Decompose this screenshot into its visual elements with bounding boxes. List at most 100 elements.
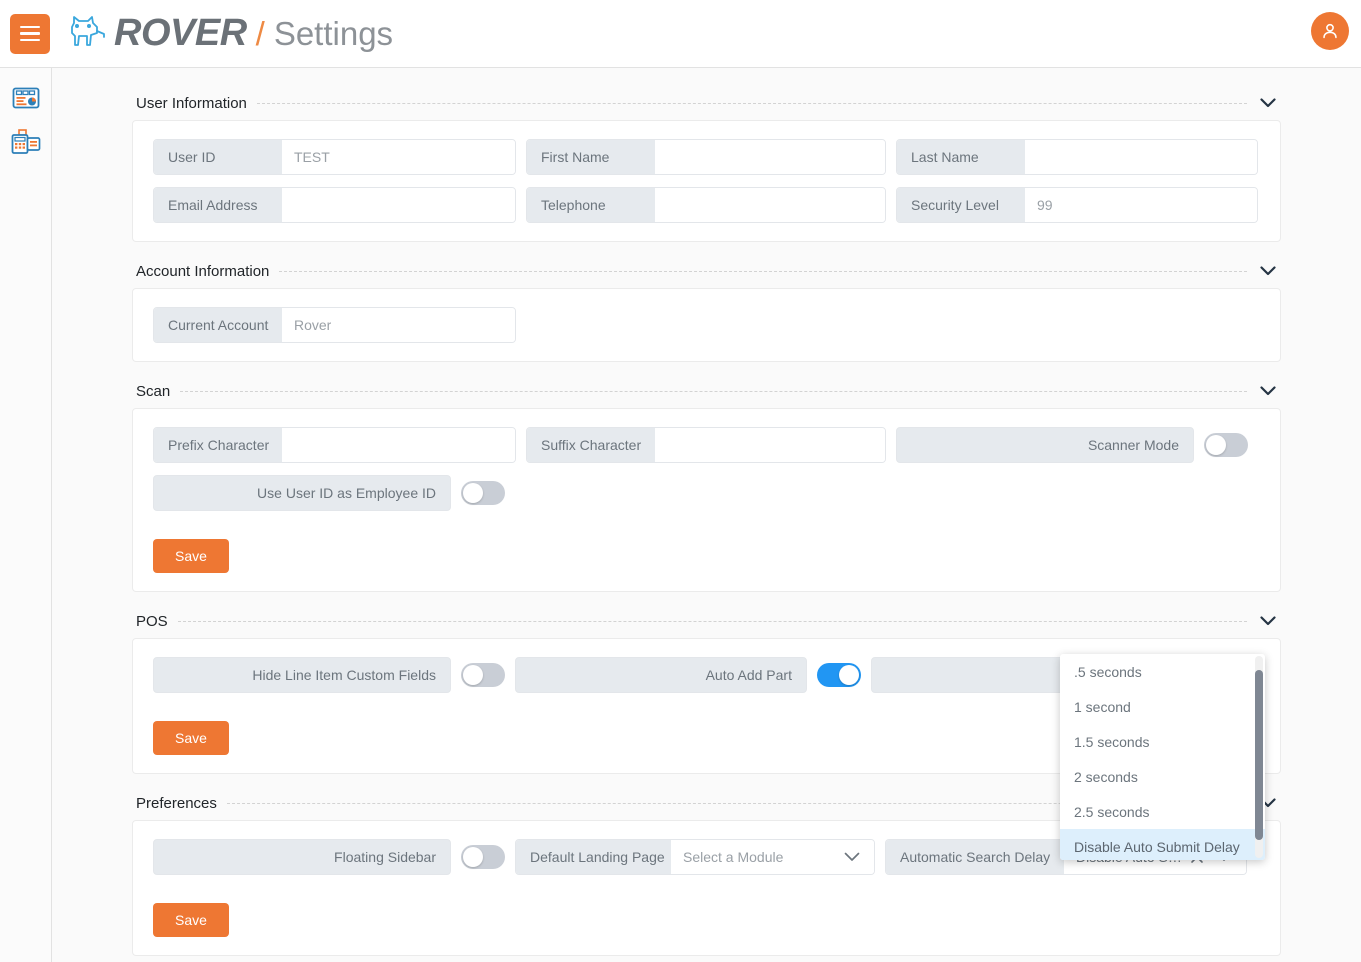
field-input[interactable]: TEST bbox=[282, 140, 515, 174]
collapse-toggle-user-information[interactable] bbox=[1255, 98, 1281, 108]
field-current-account[interactable]: Current Account Rover bbox=[153, 307, 516, 343]
collapse-toggle-pos[interactable] bbox=[1255, 616, 1281, 626]
chevron-down-icon bbox=[1260, 386, 1276, 396]
brand-name: ROVER bbox=[114, 12, 247, 55]
field-input[interactable] bbox=[655, 140, 885, 174]
dropdown-option[interactable]: 1.5 seconds bbox=[1060, 724, 1265, 759]
section-header: POS bbox=[132, 604, 1281, 638]
section-title: Preferences bbox=[136, 795, 227, 812]
toggle-scanner-mode[interactable] bbox=[1204, 433, 1248, 457]
field-label: Security Level bbox=[897, 188, 1025, 222]
dropdown-option-list: .5 seconds1 second1.5 seconds2 seconds2.… bbox=[1060, 654, 1265, 860]
field-label: Email Address bbox=[154, 188, 282, 222]
field-prefix-character[interactable]: Prefix Character bbox=[153, 427, 516, 463]
field-last-name[interactable]: Last Name bbox=[896, 139, 1258, 175]
user-info-row-1: User ID TEST First Name Last Name bbox=[153, 139, 1260, 175]
field-label: Automatic Search Delay bbox=[886, 840, 1064, 874]
hamburger-bar bbox=[20, 26, 40, 29]
field-input[interactable]: Rover bbox=[282, 308, 515, 342]
section-header: Account Information bbox=[132, 254, 1281, 288]
section-divider bbox=[178, 621, 1247, 622]
user-avatar-button[interactable] bbox=[1311, 12, 1349, 50]
label-floating-sidebar: Floating Sidebar bbox=[153, 839, 451, 875]
rail-item-pos[interactable] bbox=[0, 120, 52, 164]
section-divider bbox=[180, 391, 1247, 392]
section-divider bbox=[279, 271, 1247, 272]
field-default-landing-page[interactable]: Default Landing Page Select a Module bbox=[515, 839, 875, 875]
label-hide-line-item-custom-fields: Hide Line Item Custom Fields bbox=[153, 657, 451, 693]
field-security-level[interactable]: Security Level 99 bbox=[896, 187, 1258, 223]
chevron-down-icon bbox=[1260, 266, 1276, 276]
dropdown-scrollbar-thumb[interactable] bbox=[1255, 670, 1263, 840]
field-value: Rover bbox=[294, 317, 331, 333]
dropdown-option[interactable]: 1 second bbox=[1060, 689, 1265, 724]
section-header: User Information bbox=[132, 86, 1281, 120]
field-input[interactable] bbox=[655, 188, 885, 222]
scan-row-2: Use User ID as Employee ID bbox=[153, 475, 1260, 511]
field-email-address[interactable]: Email Address bbox=[153, 187, 516, 223]
field-label: Telephone bbox=[527, 188, 655, 222]
select-chevron-button[interactable] bbox=[838, 852, 866, 862]
toggle-auto-add-part[interactable] bbox=[817, 663, 861, 687]
toggle-knob bbox=[463, 483, 483, 503]
label-scanner-mode: Scanner Mode bbox=[896, 427, 1194, 463]
rail-item-dashboard[interactable] bbox=[0, 76, 52, 120]
field-telephone[interactable]: Telephone bbox=[526, 187, 886, 223]
label-use-user-id-as-employee-id: Use User ID as Employee ID bbox=[153, 475, 451, 511]
section-title: POS bbox=[136, 613, 178, 630]
field-label: Default Landing Page bbox=[516, 840, 671, 874]
brand-separator: / bbox=[256, 15, 265, 53]
toggle-knob bbox=[839, 665, 859, 685]
scan-row-1: Prefix Character Suffix Character Scanne… bbox=[153, 427, 1260, 463]
section-title: User Information bbox=[136, 95, 257, 112]
hamburger-bar bbox=[20, 32, 40, 35]
brand[interactable]: ROVER / Settings bbox=[64, 12, 393, 55]
dog-logo-icon bbox=[64, 14, 108, 54]
collapse-toggle-account-information[interactable] bbox=[1255, 266, 1281, 276]
select-default-landing-page[interactable]: Select a Module bbox=[671, 840, 874, 874]
toggle-hide-line-item-custom-fields[interactable] bbox=[461, 663, 505, 687]
select-value: Select a Module bbox=[683, 849, 838, 865]
dropdown-option[interactable]: 2 seconds bbox=[1060, 759, 1265, 794]
field-label: Suffix Character bbox=[527, 428, 655, 462]
dashboard-icon bbox=[12, 86, 40, 110]
section-title: Scan bbox=[136, 383, 180, 400]
save-button-scan[interactable]: Save bbox=[153, 539, 229, 573]
section-scan: Scan Prefix Character Suffix Character S… bbox=[132, 374, 1281, 592]
toggle-use-user-id-as-employee-id[interactable] bbox=[461, 481, 505, 505]
field-label: Last Name bbox=[897, 140, 1025, 174]
field-input[interactable] bbox=[655, 428, 885, 462]
field-value: 99 bbox=[1037, 197, 1053, 213]
save-button-preferences[interactable]: Save bbox=[153, 903, 229, 937]
section-divider bbox=[257, 103, 1247, 104]
chevron-down-icon bbox=[1260, 98, 1276, 108]
field-input[interactable] bbox=[282, 428, 515, 462]
toggle-floating-sidebar[interactable] bbox=[461, 845, 505, 869]
page-title: Settings bbox=[274, 15, 393, 53]
field-input[interactable]: 99 bbox=[1025, 188, 1257, 222]
field-suffix-character[interactable]: Suffix Character bbox=[526, 427, 886, 463]
automatic-search-delay-dropdown[interactable]: .5 seconds1 second1.5 seconds2 seconds2.… bbox=[1060, 654, 1265, 860]
field-user-id[interactable]: User ID TEST bbox=[153, 139, 516, 175]
save-button-pos[interactable]: Save bbox=[153, 721, 229, 755]
hamburger-menu-button[interactable] bbox=[10, 14, 50, 54]
panel-account-information: Current Account Rover bbox=[132, 288, 1281, 362]
toggle-knob bbox=[463, 665, 483, 685]
hamburger-bar bbox=[20, 39, 40, 42]
collapse-toggle-scan[interactable] bbox=[1255, 386, 1281, 396]
field-label: Prefix Character bbox=[154, 428, 282, 462]
panel-scan: Prefix Character Suffix Character Scanne… bbox=[132, 408, 1281, 592]
section-header: Scan bbox=[132, 374, 1281, 408]
field-label: First Name bbox=[527, 140, 655, 174]
left-icon-rail bbox=[0, 68, 52, 962]
dropdown-option[interactable]: 2.5 seconds bbox=[1060, 794, 1265, 829]
dropdown-option[interactable]: .5 seconds bbox=[1060, 654, 1265, 689]
user-info-row-2: Email Address Telephone Security Level 9… bbox=[153, 187, 1260, 223]
field-value: TEST bbox=[294, 149, 330, 165]
field-label: Current Account bbox=[154, 308, 282, 342]
dropdown-option[interactable]: Disable Auto Submit Delay bbox=[1060, 829, 1265, 860]
field-input[interactable] bbox=[282, 188, 515, 222]
account-info-row: Current Account Rover bbox=[153, 307, 1260, 343]
field-first-name[interactable]: First Name bbox=[526, 139, 886, 175]
field-input[interactable] bbox=[1025, 140, 1257, 174]
